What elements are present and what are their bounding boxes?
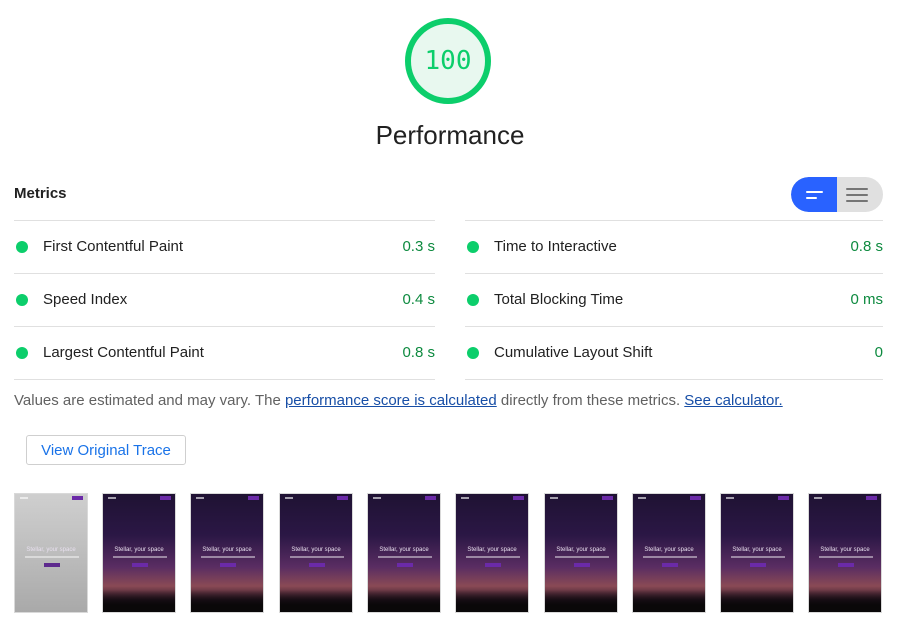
- metrics-right-column: Time to Interactive 0.8 s Total Blocking…: [465, 220, 883, 380]
- pass-dot-icon: [16, 347, 28, 359]
- frame-title: Stellar, your space: [732, 547, 782, 553]
- frame-title: Stellar, your space: [202, 547, 252, 553]
- frame-title: Stellar, your space: [467, 547, 517, 553]
- filmstrip-frame: Stellar, your space: [632, 493, 706, 613]
- view-original-trace-button[interactable]: View Original Trace: [26, 435, 186, 465]
- filmstrip-frame: Stellar, your space: [190, 493, 264, 613]
- filmstrip-frame: Stellar, your space: [544, 493, 618, 613]
- metric-name: First Contentful Paint: [43, 238, 184, 255]
- metrics-left-column: First Contentful Paint 0.3 s Speed Index…: [14, 220, 435, 380]
- pass-dot-icon: [467, 347, 479, 359]
- metrics-view-toggle[interactable]: [791, 177, 883, 212]
- disclaimer-text: directly from these metrics.: [496, 392, 685, 409]
- metric-name: Cumulative Layout Shift: [494, 344, 653, 361]
- frame-title: Stellar, your space: [820, 547, 870, 553]
- filmstrip-frame: Stellar, your space: [455, 493, 529, 613]
- metric-name: Largest Contentful Paint: [43, 344, 204, 361]
- metric-cumulative-layout-shift: Cumulative Layout Shift 0: [465, 326, 883, 380]
- metric-value: 0: [874, 344, 883, 361]
- filmstrip-frame: Stellar, your space: [367, 493, 441, 613]
- category-title: Performance: [375, 120, 525, 150]
- see-calculator-link[interactable]: See calculator.: [684, 392, 782, 409]
- score-value: 100: [424, 46, 472, 76]
- metric-name: Speed Index: [43, 291, 128, 308]
- metric-value: 0 ms: [850, 291, 883, 308]
- metric-speed-index: Speed Index 0.4 s: [14, 273, 435, 326]
- frame-title: Stellar, your space: [114, 547, 164, 553]
- filmstrip-frame: Stellar, your space: [720, 493, 794, 613]
- filmstrip-frame: Stellar, your space: [102, 493, 176, 613]
- metric-largest-contentful-paint: Largest Contentful Paint 0.8 s: [14, 326, 435, 380]
- filmstrip-frame: Stellar, your space: [279, 493, 353, 613]
- disclaimer-text: Values are estimated and may vary. The: [14, 392, 285, 409]
- pass-dot-icon: [16, 294, 28, 306]
- frame-title: Stellar, your space: [291, 547, 341, 553]
- frame-title: Stellar, your space: [556, 547, 606, 553]
- pass-dot-icon: [467, 294, 479, 306]
- filmstrip-frame: Stellar, your space: [808, 493, 882, 613]
- score-calculation-link[interactable]: performance score is calculated: [285, 392, 497, 409]
- metrics-header: Metrics: [14, 185, 67, 202]
- pass-dot-icon: [16, 241, 28, 253]
- filmstrip-frame: Stellar, your space: [14, 493, 88, 613]
- metric-time-to-interactive: Time to Interactive 0.8 s: [465, 220, 883, 273]
- metric-first-contentful-paint: First Contentful Paint 0.3 s: [14, 220, 435, 273]
- frame-title: Stellar, your space: [644, 547, 694, 553]
- metric-value: 0.3 s: [402, 238, 435, 255]
- metric-value: 0.4 s: [402, 291, 435, 308]
- expanded-view-icon[interactable]: [791, 177, 837, 212]
- pass-dot-icon: [467, 241, 479, 253]
- metric-total-blocking-time: Total Blocking Time 0 ms: [465, 273, 883, 326]
- collapsed-view-icon[interactable]: [837, 177, 883, 212]
- metrics-disclaimer: Values are estimated and may vary. The p…: [14, 392, 783, 409]
- metric-name: Time to Interactive: [494, 238, 617, 255]
- frame-title: Stellar, your space: [379, 547, 429, 553]
- performance-score-gauge: 100: [403, 16, 493, 106]
- metric-value: 0.8 s: [850, 238, 883, 255]
- frame-title: Stellar, your space: [26, 547, 76, 553]
- metric-name: Total Blocking Time: [494, 291, 624, 308]
- metric-value: 0.8 s: [402, 344, 435, 361]
